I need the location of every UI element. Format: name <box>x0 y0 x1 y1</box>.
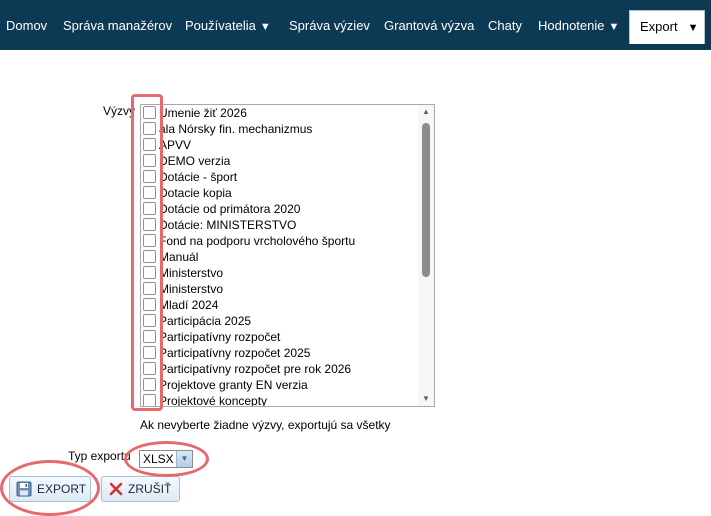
list-item-label: Projektove granty EN verzia <box>159 378 308 392</box>
export-type-label: Typ exportu <box>68 449 131 463</box>
export-hint: Ak nevyberte žiadne výzvy, exportujú sa … <box>140 418 391 432</box>
export-button[interactable]: EXPORT <box>9 476 91 502</box>
list-item-label: DEMO verzia <box>159 154 231 168</box>
scrollbar-thumb[interactable] <box>422 123 430 277</box>
scroll-down-icon[interactable]: ▼ <box>418 392 434 406</box>
dropdown-arrow-icon: ▼ <box>259 21 271 33</box>
nav-label: Používatelia <box>185 18 256 33</box>
nav-sprava-vyziev[interactable]: Správa výziev <box>289 0 370 50</box>
nav-label: Domov <box>6 18 48 33</box>
checkbox[interactable] <box>143 330 156 343</box>
export-button-label: EXPORT <box>37 482 87 496</box>
scroll-up-icon[interactable]: ▲ <box>418 105 434 119</box>
list-item-label: Participatívny rozpočet 2025 <box>159 346 311 360</box>
checkbox[interactable] <box>143 362 156 375</box>
checkbox[interactable] <box>143 378 156 391</box>
checkbox[interactable] <box>143 202 156 215</box>
list-item[interactable]: Ministerstvo <box>141 281 418 297</box>
nav-label: Export <box>640 19 678 34</box>
checkbox[interactable] <box>143 266 156 279</box>
checkbox[interactable] <box>143 250 156 263</box>
list-item[interactable]: Participatívny rozpočet pre rok 2026 <box>141 361 418 377</box>
list-item-label: Dotácie: MINISTERSTVO <box>159 218 297 232</box>
nav-grantova-vyzva[interactable]: Grantová výzva <box>384 0 474 50</box>
checkbox[interactable] <box>143 218 156 231</box>
list-item-label: Ministerstvo <box>159 266 224 280</box>
list-item-label: APVV <box>159 138 192 152</box>
list-item-label: Dotacie kopia <box>159 186 232 200</box>
list-item[interactable]: Dotácie - šport <box>141 169 418 185</box>
checkbox[interactable] <box>143 106 156 119</box>
checkbox[interactable] <box>143 298 156 311</box>
list-item-label: Mladí 2024 <box>159 298 219 312</box>
list-item-label: Manuál <box>159 250 199 264</box>
list-item[interactable]: ala Nórsky fin. mechanizmus <box>141 121 418 137</box>
checkbox[interactable] <box>143 234 156 247</box>
top-navbar: Domov Správa manažérov Používatelia ▼ Spr… <box>0 0 711 50</box>
nav-label: Správa manažérov <box>63 18 173 33</box>
checkbox[interactable] <box>143 314 156 327</box>
calls-list: Umenie žiť 2026 ala Nórsky fin. mechaniz… <box>141 105 418 407</box>
list-item-label: Participatívny rozpočet pre rok 2026 <box>159 362 352 376</box>
nav-label: Správa výziev <box>289 18 370 33</box>
export-type-value: XLSX <box>143 452 174 466</box>
list-item-label: Dotácie - šport <box>159 170 238 184</box>
list-item[interactable]: Participatívny rozpočet 2025 <box>141 345 418 361</box>
checkbox[interactable] <box>143 282 156 295</box>
chevron-down-icon[interactable]: ▼ <box>176 451 192 467</box>
nav-label: Grantová výzva <box>384 18 475 33</box>
list-item-label: Participácia 2025 <box>159 314 252 328</box>
nav-label: Chaty <box>488 18 522 33</box>
export-type-select[interactable]: XLSX ▼ <box>139 450 193 468</box>
list-item[interactable]: Dotácie: MINISTERSTVO <box>141 217 418 233</box>
list-item-label: Participatívny rozpočet <box>159 330 281 344</box>
nav-chaty[interactable]: Chaty <box>488 0 522 50</box>
listbox-scrollbar[interactable]: ▲ ▼ <box>418 105 434 406</box>
checkbox[interactable] <box>143 346 156 359</box>
list-item[interactable]: Participácia 2025 <box>141 313 418 329</box>
list-item[interactable]: Manuál <box>141 249 418 265</box>
calls-label: Výzvy <box>103 104 136 118</box>
list-item[interactable]: Participatívny rozpočet <box>141 329 418 345</box>
calls-listbox[interactable]: Umenie žiť 2026 ala Nórsky fin. mechaniz… <box>140 104 435 407</box>
checkbox[interactable] <box>143 394 156 406</box>
nav-export[interactable]: Export ▼ <box>629 10 705 44</box>
list-item[interactable]: Projektové koncepty <box>141 393 418 407</box>
dropdown-arrow-icon: ▼ <box>687 22 699 34</box>
nav-pouzivatelia[interactable]: Používatelia ▼ <box>185 0 271 50</box>
list-item[interactable]: Dotacie kopia <box>141 185 418 201</box>
nav-hodnotenie[interactable]: Hodnotenie ▼ <box>538 0 619 50</box>
list-item-label: Umenie žiť 2026 <box>159 106 247 120</box>
list-item-label: Dotácie od primátora 2020 <box>159 202 301 216</box>
nav-label: Hodnotenie <box>538 18 605 33</box>
list-item[interactable]: Ministerstvo <box>141 265 418 281</box>
list-item[interactable]: Dotácie od primátora 2020 <box>141 201 418 217</box>
save-icon <box>16 481 32 497</box>
dropdown-arrow-icon: ▼ <box>608 21 620 33</box>
nav-domov[interactable]: Domov <box>6 0 47 50</box>
nav-sprava-manazerov[interactable]: Správa manažérov <box>63 0 172 50</box>
list-item-label: Projektové koncepty <box>159 394 268 407</box>
list-item-label: ala Nórsky fin. mechanizmus <box>159 122 313 136</box>
checkbox[interactable] <box>143 186 156 199</box>
list-item-label: Ministerstvo <box>159 282 224 296</box>
list-item[interactable]: Mladí 2024 <box>141 297 418 313</box>
list-item[interactable]: APVV <box>141 137 418 153</box>
list-item[interactable]: DEMO verzia <box>141 153 418 169</box>
list-item[interactable]: Umenie žiť 2026 <box>141 105 418 121</box>
checkbox[interactable] <box>143 122 156 135</box>
list-item-label: Fond na podporu vrcholového športu <box>159 234 356 248</box>
list-item[interactable]: Projektove granty EN verzia <box>141 377 418 393</box>
checkbox[interactable] <box>143 154 156 167</box>
close-icon <box>109 482 123 496</box>
checkbox[interactable] <box>143 170 156 183</box>
checkbox[interactable] <box>143 138 156 151</box>
cancel-button[interactable]: ZRUŠIŤ <box>101 476 180 502</box>
list-item[interactable]: Fond na podporu vrcholového športu <box>141 233 418 249</box>
cancel-button-label: ZRUŠIŤ <box>128 482 172 496</box>
